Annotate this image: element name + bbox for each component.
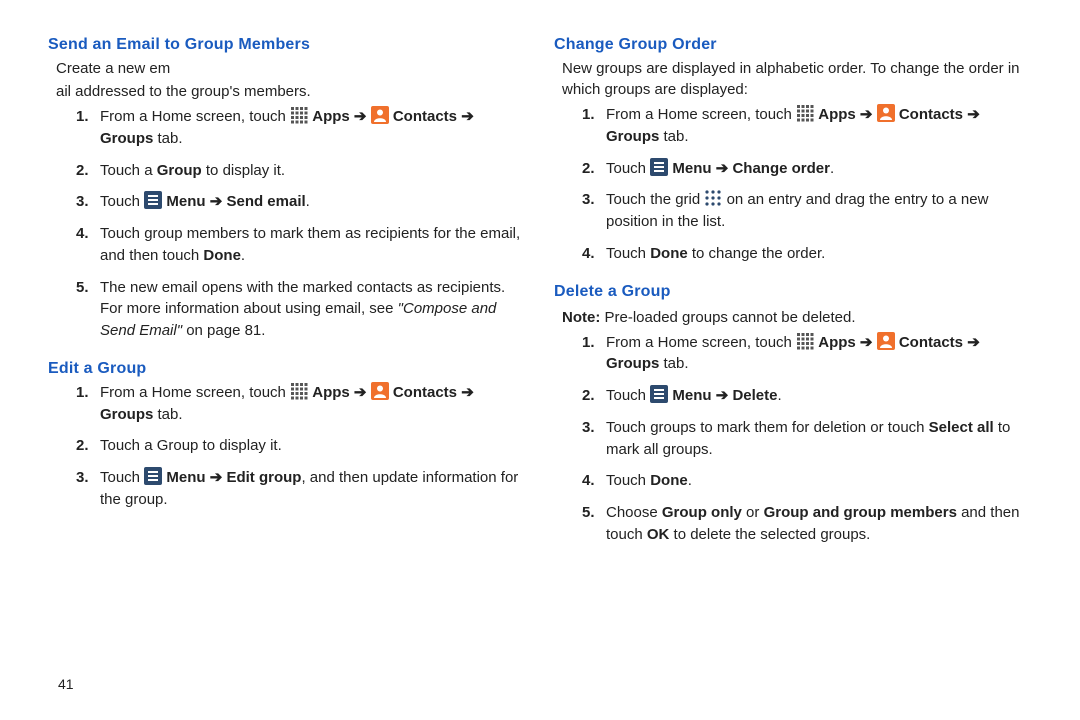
step-item: Touch Menu ➔ Edit group, and then update… [76,467,526,511]
heading-change-order: Change Group Order [554,36,1032,54]
step-item: Touch Menu ➔ Send email. [76,191,526,213]
step-item: Touch Menu ➔ Delete. [582,385,1032,407]
contacts-icon [371,382,389,400]
step-item: Touch groups to mark them for deletion o… [582,417,1032,461]
heading-edit-group: Edit a Group [48,360,526,378]
step-item: Touch group members to mark them as reci… [76,223,526,267]
heading-delete-group: Delete a Group [554,283,1032,301]
intro-text: New groups are displayed in alphabetic o… [554,58,1032,100]
step-item: Touch a Group to display it. [76,160,526,182]
step-item: Touch Menu ➔ Change order. [582,158,1032,180]
page-number: 41 [58,676,74,692]
menu-icon [650,385,668,403]
menu-icon [650,158,668,176]
heading-send-email: Send an Email to Group Members [48,36,526,54]
steps-send-email: From a Home screen, touch Apps ➔ Contact… [48,106,526,342]
steps-delete-group: From a Home screen, touch Apps ➔ Contact… [554,332,1032,546]
steps-edit-group: From a Home screen, touch Apps ➔ Contact… [48,382,526,511]
step-item: The new email opens with the marked cont… [76,277,526,342]
contacts-icon [371,106,389,124]
contacts-icon [877,104,895,122]
step-item: Touch the grid on an entry and drag the … [582,189,1032,233]
step-item: From a Home screen, touch Apps ➔ Contact… [76,382,526,426]
apps-icon [290,382,308,400]
right-column: Change Group Order New groups are displa… [554,36,1032,556]
step-item: From a Home screen, touch Apps ➔ Contact… [582,332,1032,376]
step-item: Touch Done to change the order. [582,243,1032,265]
menu-icon [144,191,162,209]
steps-change-order: From a Home screen, touch Apps ➔ Contact… [554,104,1032,265]
left-column: Send an Email to Group Members Create a … [48,36,526,556]
apps-icon [796,104,814,122]
apps-icon [290,106,308,124]
note-text: Note: Pre-loaded groups cannot be delete… [562,307,1032,328]
step-item: From a Home screen, touch Apps ➔ Contact… [76,106,526,150]
step-item: Touch a Group to display it. [76,435,526,457]
step-item: Touch Done. [582,470,1032,492]
step-item: Choose Group only or Group and group mem… [582,502,1032,546]
contacts-icon [877,332,895,350]
intro-text: Create a new em [48,58,526,79]
apps-icon [796,332,814,350]
intro-text: ail addressed to the group's members. [48,81,526,102]
manual-page: Send an Email to Group Members Create a … [0,0,1080,576]
step-item: From a Home screen, touch Apps ➔ Contact… [582,104,1032,148]
grid-icon [704,189,722,207]
menu-icon [144,467,162,485]
